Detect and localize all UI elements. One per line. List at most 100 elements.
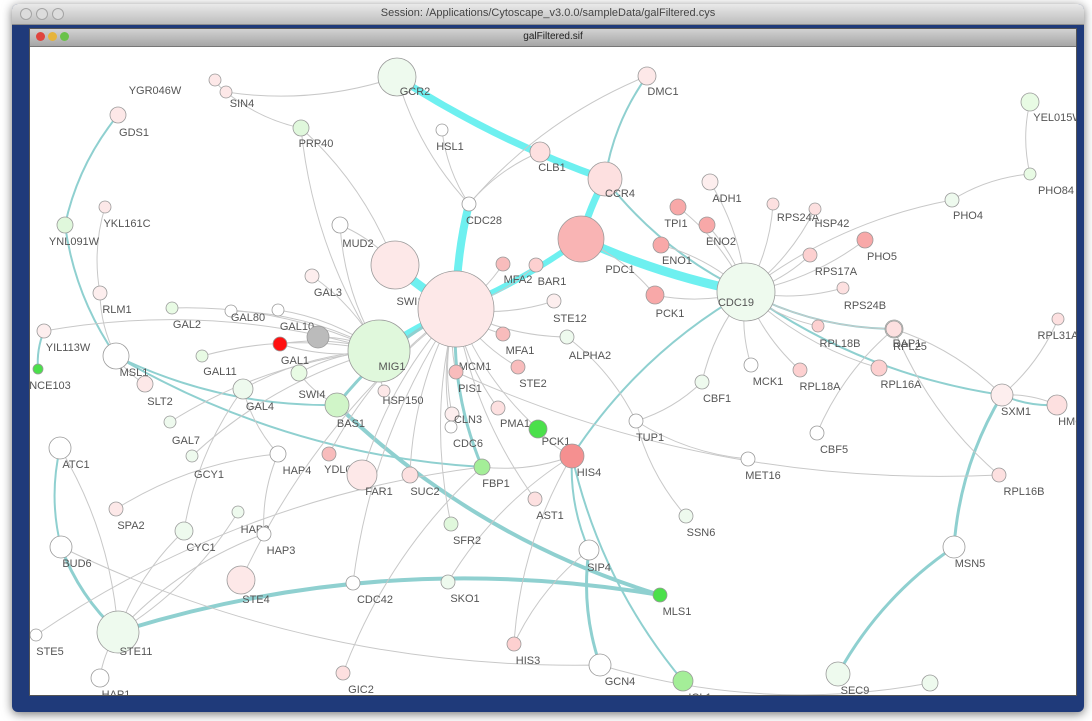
network-node[interactable]: CYC1 bbox=[174, 521, 216, 554]
node-circle[interactable] bbox=[98, 200, 112, 214]
node-circle[interactable] bbox=[694, 374, 710, 390]
network-edge[interactable] bbox=[53, 447, 62, 548]
node-circle[interactable] bbox=[461, 196, 477, 212]
network-node[interactable]: BUD6 bbox=[49, 535, 92, 570]
network-node[interactable]: MLS1 bbox=[652, 587, 691, 618]
node-circle[interactable] bbox=[174, 521, 194, 541]
network-node[interactable]: ICL1 bbox=[672, 670, 712, 695]
node-circle[interactable] bbox=[672, 670, 694, 692]
node-circle[interactable] bbox=[825, 661, 851, 687]
network-node[interactable]: PRP40 bbox=[292, 119, 333, 150]
network-node[interactable]: SUC2 bbox=[401, 466, 440, 498]
node-circle[interactable] bbox=[836, 281, 850, 295]
node-circle[interactable] bbox=[290, 364, 308, 382]
node-circle[interactable] bbox=[802, 247, 818, 263]
node-circle[interactable] bbox=[30, 628, 43, 642]
node-circle[interactable] bbox=[809, 425, 825, 441]
node-circle[interactable] bbox=[678, 508, 694, 524]
network-node[interactable]: STE5 bbox=[30, 628, 64, 658]
network-node[interactable]: RPL31A bbox=[1038, 312, 1076, 342]
node-circle[interactable] bbox=[490, 400, 506, 416]
node-circle[interactable] bbox=[811, 319, 825, 333]
network-node[interactable]: SPA2 bbox=[108, 501, 145, 532]
network-edge[interactable] bbox=[599, 664, 931, 695]
node-circle[interactable] bbox=[208, 73, 222, 87]
node-circle[interactable] bbox=[90, 668, 110, 688]
network-node[interactable]: PDC1 bbox=[557, 215, 635, 276]
node-circle[interactable] bbox=[669, 198, 687, 216]
node-circle[interactable] bbox=[645, 285, 665, 305]
network-edge[interactable] bbox=[115, 453, 279, 510]
node-circle[interactable] bbox=[102, 342, 130, 370]
node-circle[interactable] bbox=[473, 458, 491, 476]
network-node[interactable]: GCR2 bbox=[377, 57, 430, 98]
network-node[interactable]: PCK1 bbox=[645, 285, 684, 320]
node-circle[interactable] bbox=[1046, 394, 1068, 416]
node-circle[interactable] bbox=[529, 141, 551, 163]
node-circle[interactable] bbox=[435, 123, 449, 137]
node-circle[interactable] bbox=[269, 445, 287, 463]
node-circle[interactable] bbox=[990, 383, 1014, 407]
node-circle[interactable] bbox=[92, 285, 108, 301]
network-node[interactable]: NCE103 bbox=[30, 363, 71, 392]
network-node[interactable]: STE12 bbox=[546, 293, 587, 325]
network-node[interactable]: PCK1 bbox=[528, 419, 570, 448]
node-circle[interactable] bbox=[527, 491, 543, 507]
node-circle[interactable] bbox=[292, 119, 310, 137]
node-circle[interactable] bbox=[271, 303, 285, 317]
network-node[interactable]: GAL80 bbox=[224, 304, 265, 324]
node-circle[interactable] bbox=[628, 413, 644, 429]
node-circle[interactable] bbox=[440, 574, 456, 590]
node-circle[interactable] bbox=[652, 236, 670, 254]
network-edge[interactable] bbox=[635, 381, 703, 422]
network-node[interactable]: MUD2 bbox=[331, 216, 374, 250]
network-node[interactable]: RPS24B bbox=[836, 281, 886, 312]
node-circle[interactable] bbox=[444, 420, 458, 434]
session-title-bar[interactable]: Session: /Applications/Cytoscape_v3.0.0/… bbox=[12, 4, 1084, 25]
network-node[interactable]: ADH1 bbox=[701, 173, 742, 205]
network-node[interactable]: SNC2 bbox=[921, 674, 962, 695]
network-node[interactable]: HAP3 bbox=[256, 526, 295, 557]
node-circle[interactable] bbox=[495, 256, 511, 272]
network-node[interactable]: RLM1 bbox=[92, 285, 132, 316]
network-node[interactable]: YGR046W bbox=[129, 73, 222, 97]
network-node[interactable]: SIN4 bbox=[219, 85, 254, 110]
network-node[interactable]: ENO2 bbox=[698, 216, 736, 248]
network-node[interactable]: GCY1 bbox=[185, 449, 224, 481]
node-circle[interactable] bbox=[546, 293, 562, 309]
node-circle[interactable] bbox=[109, 106, 127, 124]
network-node[interactable]: MSL1 bbox=[102, 342, 148, 379]
node-circle[interactable] bbox=[108, 501, 124, 517]
network-node[interactable]: GAL2 bbox=[165, 301, 201, 331]
network-node[interactable]: SWI1 bbox=[370, 240, 423, 308]
network-node[interactable]: CBF1 bbox=[694, 374, 731, 405]
node-circle[interactable] bbox=[36, 323, 52, 339]
network-node[interactable]: HIS4 bbox=[559, 443, 601, 479]
node-circle[interactable] bbox=[942, 535, 966, 559]
node-circle[interactable] bbox=[1023, 167, 1037, 181]
network-node[interactable]: YKL161C bbox=[98, 200, 151, 230]
network-node[interactable]: MFA1 bbox=[495, 326, 534, 357]
network-node[interactable]: ATC1 bbox=[48, 436, 90, 471]
network-node[interactable] bbox=[306, 325, 330, 349]
network-node[interactable]: HSL1 bbox=[435, 123, 464, 153]
node-circle[interactable] bbox=[195, 349, 209, 363]
node-circle[interactable] bbox=[1051, 312, 1065, 326]
node-circle[interactable] bbox=[743, 357, 759, 373]
node-circle[interactable] bbox=[740, 451, 756, 467]
node-circle[interactable] bbox=[231, 505, 245, 519]
network-node[interactable]: HIS3 bbox=[506, 636, 540, 667]
network-node[interactable]: CBF5 bbox=[809, 425, 848, 456]
node-circle[interactable] bbox=[1020, 92, 1040, 112]
network-node[interactable]: PHO5 bbox=[856, 231, 897, 263]
node-circle[interactable] bbox=[48, 436, 72, 460]
network-node[interactable]: ENO1 bbox=[652, 236, 692, 267]
network-node[interactable]: RPL16B bbox=[991, 467, 1044, 498]
network-node[interactable]: MSN5 bbox=[942, 535, 985, 570]
node-circle[interactable] bbox=[716, 262, 776, 322]
node-circle[interactable] bbox=[185, 449, 199, 463]
network-canvas[interactable]: YGR046W SIN4 GCR2 DMC1 YEL015W GDS1 PRP40 HSL1 C… bbox=[30, 47, 1076, 695]
node-circle[interactable] bbox=[324, 392, 350, 418]
network-node[interactable]: HMO1 bbox=[1046, 394, 1076, 428]
node-circle[interactable] bbox=[136, 375, 154, 393]
